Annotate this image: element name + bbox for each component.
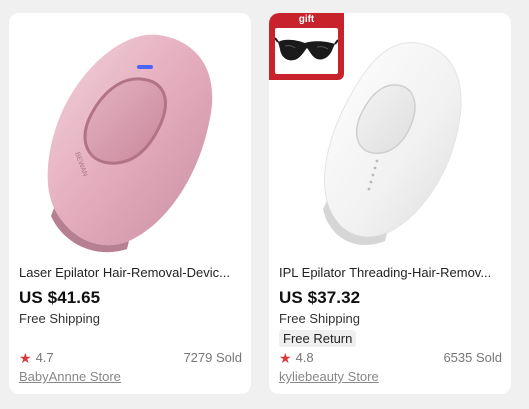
rating-value: 4.8	[295, 350, 314, 365]
sold-count: 7279 Sold	[183, 350, 242, 365]
product-card[interactable]: gift IPL Epilator Threading-Hair-Remov..…	[269, 13, 511, 394]
star-icon: ★	[19, 349, 32, 366]
store-link[interactable]: kyliebeauty Store	[279, 369, 379, 384]
rating-value: 4.7	[35, 350, 54, 365]
product-title[interactable]: IPL Epilator Threading-Hair-Remov...	[279, 265, 504, 280]
product-title[interactable]: Laser Epilator Hair-Removal-Devic...	[19, 265, 244, 280]
sunglasses-icon	[274, 37, 339, 61]
free-return-badge: Free Return	[279, 330, 357, 347]
star-icon: ★	[279, 349, 292, 366]
gift-label: gift	[298, 14, 315, 25]
rating: ★ 4.8	[279, 350, 314, 365]
product-price: US $37.32	[279, 288, 361, 307]
product-price: US $41.65	[19, 288, 101, 307]
shipping-label: Free Shipping	[19, 311, 100, 326]
sold-count: 6535 Sold	[443, 350, 502, 365]
gift-badge: gift	[269, 13, 344, 80]
product-card[interactable]: BEWAN Laser Epilator Hair-Removal-Devic.…	[9, 13, 251, 394]
rating: ★ 4.7	[19, 350, 54, 365]
gift-image	[274, 28, 339, 74]
product-image[interactable]: BEWAN	[9, 13, 251, 261]
store-link[interactable]: BabyAnnne Store	[19, 369, 121, 384]
shipping-label: Free Shipping	[279, 311, 360, 326]
